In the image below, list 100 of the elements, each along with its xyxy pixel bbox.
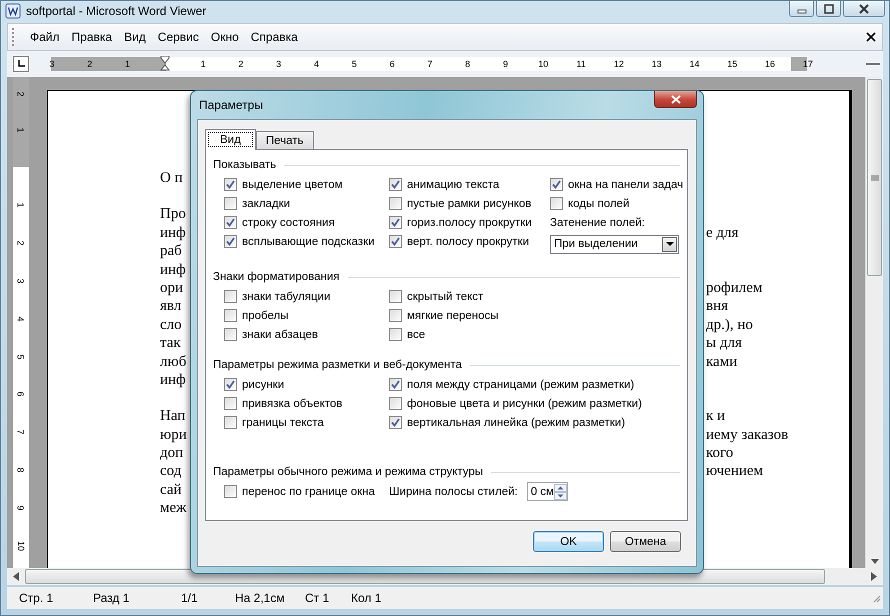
window-title: softportal - Microsoft Word Viewer [26,4,206,18]
checkbox-label: выделение цветом [242,178,343,190]
menu-item[interactable]: Сервис [152,30,205,44]
checkbox-label: всплывающие подсказки [242,236,375,248]
tab[interactable]: Вид [205,129,256,150]
ruler-number: 5 [350,58,358,71]
document-text: ори [160,278,184,298]
dialog-button[interactable]: Отмена [610,531,681,552]
checkbox[interactable] [224,416,237,429]
document-text: ками [706,352,738,371]
document-icon [5,3,21,19]
status-text: Разд 1 [93,591,130,605]
checkbox-label: закладки [242,198,290,210]
grip-icon [870,174,878,180]
checkbox-label: знаки абзацев [242,328,318,340]
document-text: так [160,334,181,353]
document-text: др.), но [706,316,753,334]
resize-grip-icon [871,593,881,603]
close-button[interactable] [654,91,697,108]
ruler-number: 12 [612,58,625,71]
document-text: ючением [706,462,764,481]
checkbox-label: вертикальная линейка (режим разметки) [407,416,626,428]
ruler-number: 1 [16,127,26,132]
checkbox[interactable] [389,216,402,229]
checkbox[interactable] [389,178,402,191]
ruler-number: 10 [16,540,26,551]
ruler-number: 14 [688,58,700,71]
scrollbar-thumb[interactable] [867,79,882,276]
scroll-right-icon [871,572,877,581]
checkbox[interactable] [550,178,563,191]
group-heading: Знаки форматирования [213,271,340,283]
document-text: сай [160,480,182,500]
checkbox[interactable] [224,178,237,191]
ruler-number: 7 [16,430,26,435]
document-text: кого [706,444,734,462]
checkbox[interactable] [389,235,402,248]
ruler-number: 9 [16,505,26,510]
checkbox[interactable] [224,290,237,303]
checkbox-label: анимацию текста [407,178,500,190]
checkbox-label: скрытый текст [407,290,484,302]
minimize-button[interactable] [789,1,814,17]
checkbox[interactable] [550,197,563,210]
dropdown[interactable]: При выделении [550,234,679,254]
checkbox[interactable] [224,378,237,391]
document-text: Нап [160,407,186,426]
ruler-number: 2 [16,92,26,96]
maximize-button[interactable] [816,1,841,17]
document-text: инф [160,260,186,279]
group-heading: Параметры обычного режима и режима структуры [213,466,484,478]
spin-down-icon [554,492,567,500]
checkbox[interactable] [389,309,402,322]
group-heading: Параметры режима разметки и веб-документа [213,359,462,371]
checkbox[interactable] [224,235,237,248]
tab[interactable]: Печать [256,131,314,149]
scroll-left-icon [13,572,19,581]
checkbox[interactable] [389,378,402,391]
ruler-number: 10 [537,58,550,71]
splitter-handle-icon [865,60,881,68]
close-document-button[interactable] [864,30,878,44]
menu-item[interactable]: Правка [66,30,118,44]
ruler-number: 11 [575,58,587,71]
maximize-icon [824,4,834,14]
checkbox[interactable] [389,290,402,303]
ruler-number: 1 [200,58,207,71]
ruler-number: 17 [802,58,814,71]
close-icon [670,94,680,104]
close-button[interactable] [843,1,885,17]
left-tab-icon [17,60,25,68]
checkbox[interactable] [389,416,402,429]
checkbox[interactable] [224,397,237,410]
checkbox[interactable] [224,309,237,322]
dialog-button[interactable]: OK [533,531,604,552]
document-text: Про [160,205,186,224]
menu-item[interactable]: Вид [118,30,152,44]
ruler-number: 1 [16,202,26,208]
document-text: е для [706,224,738,242]
vertical-scrollbar[interactable] [865,77,883,568]
checkbox[interactable] [224,485,237,498]
checkbox[interactable] [224,197,237,210]
tab-stop-selector[interactable] [13,56,29,72]
toolbar-grip-icon [12,27,16,47]
menu-item[interactable]: Справка [244,30,304,44]
checkbox-label: перенос по границе окна [242,486,375,498]
spinner-field[interactable]: 0 см [526,482,568,501]
checkbox-label: коды полей [568,198,630,210]
document-text: юри [160,426,187,444]
ruler-number: 5 [16,354,26,360]
menu-item[interactable]: Файл [24,30,66,44]
checkbox[interactable] [389,397,402,410]
ruler-number: 2 [237,58,244,71]
checkbox[interactable] [224,328,237,341]
checkbox[interactable] [389,328,402,341]
status-text: Стр. 1 [19,591,54,605]
checkbox[interactable] [224,216,237,229]
checkbox[interactable] [389,197,402,210]
document-text: инф [160,370,186,390]
scroll-down-icon [870,559,878,564]
spin-up-icon [554,484,567,492]
checkbox-label: поля между страницами (режим разметки) [407,378,634,390]
menu-item[interactable]: Окно [204,30,245,44]
